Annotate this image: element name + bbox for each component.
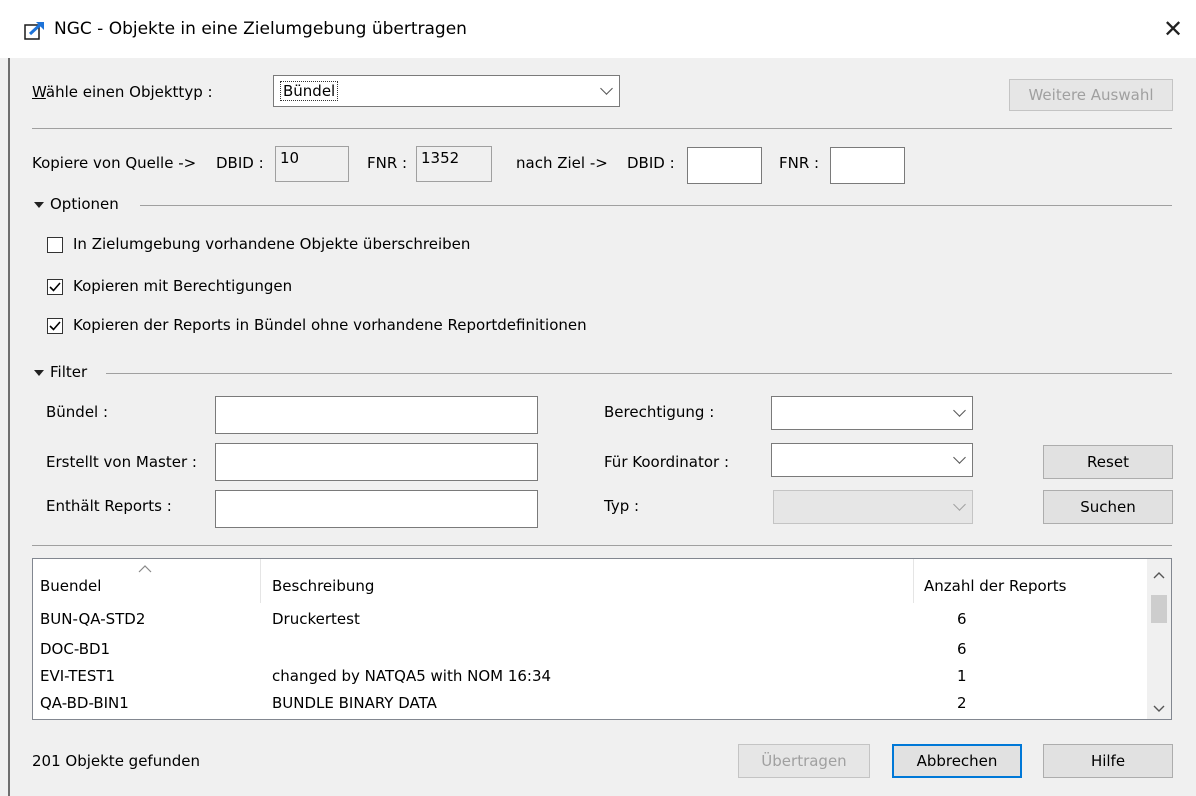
objecttype-label: Wähle einen Objekttyp : — [32, 83, 213, 101]
table-row[interactable]: BUN-QA-STD2 Druckertest 6 — [33, 607, 1145, 631]
checkmark-icon — [49, 282, 61, 292]
chevron-down-icon — [953, 498, 966, 511]
separator — [32, 128, 1172, 129]
target-fnr-input[interactable] — [830, 147, 905, 184]
source-fnr-field: 1352 — [416, 146, 492, 182]
master-filter-input[interactable] — [215, 443, 538, 481]
cell-anzahl: 6 — [957, 610, 967, 628]
column-separator — [260, 559, 261, 603]
koordinator-select[interactable] — [771, 443, 973, 477]
window-border — [8, 58, 10, 796]
options-separator — [140, 205, 1172, 206]
chevron-down-icon — [953, 404, 966, 417]
copy-reports-checkbox[interactable] — [47, 318, 63, 334]
export-arrow-icon — [24, 21, 44, 40]
cell-buendel: QA-BD-BIN1 — [40, 694, 129, 712]
source-label: Kopiere von Quelle -> — [32, 154, 197, 172]
filter-title: Filter — [50, 363, 88, 381]
status-text: 201 Objekte gefunden — [32, 752, 200, 770]
cell-beschreibung: Druckertest — [272, 610, 360, 628]
cell-buendel: EVI-TEST1 — [40, 667, 116, 685]
vertical-scrollbar[interactable] — [1147, 559, 1171, 719]
column-header-anzahl[interactable]: Anzahl der Reports — [924, 577, 1067, 595]
transfer-button[interactable]: Übertragen — [738, 744, 870, 778]
checkmark-icon — [49, 321, 61, 331]
options-title: Optionen — [50, 195, 119, 213]
berechtigung-label: Berechtigung : — [604, 403, 715, 421]
buendel-filter-input[interactable] — [215, 396, 538, 434]
access-key: W — [32, 83, 46, 101]
collapse-triangle-icon[interactable] — [34, 370, 44, 376]
window-title: NGC - Objekte in eine Zielumgebung übert… — [54, 19, 467, 39]
chevron-down-icon — [953, 451, 966, 464]
scroll-down-icon[interactable] — [1153, 705, 1165, 713]
reports-filter-label: Enthält Reports : — [46, 497, 172, 515]
objecttype-value: Bündel — [280, 81, 339, 101]
cell-buendel: DOC-BD1 — [40, 640, 111, 658]
cancel-button[interactable]: Abbrechen — [892, 744, 1022, 778]
master-filter-label: Erstellt von Master : — [46, 453, 197, 471]
column-header-buendel[interactable]: Buendel — [40, 577, 101, 595]
column-separator — [913, 559, 914, 603]
permissions-checkbox[interactable] — [47, 279, 63, 295]
collapse-triangle-icon[interactable] — [34, 202, 44, 208]
results-list[interactable]: Buendel Beschreibung Anzahl der Reports … — [32, 558, 1172, 720]
typ-select[interactable] — [773, 490, 973, 524]
koordinator-label: Für Koordinator : — [604, 453, 730, 471]
objecttype-label-text: ähle einen Objekttyp : — [45, 83, 213, 101]
more-selection-button[interactable]: Weitere Auswahl — [1009, 79, 1173, 111]
reports-filter-input[interactable] — [215, 490, 538, 528]
cell-beschreibung: BUNDLE BINARY DATA — [272, 694, 437, 712]
table-row[interactable]: EVI-TEST1 changed by NATQA5 with NOM 16:… — [33, 664, 1145, 688]
source-dbid-label: DBID : — [216, 154, 264, 172]
objecttype-select[interactable]: Bündel — [273, 75, 620, 107]
sort-ascending-icon — [138, 565, 152, 573]
table-row[interactable]: QA-BD-BIN1 BUNDLE BINARY DATA 2 — [33, 691, 1145, 715]
separator — [32, 545, 1172, 546]
column-header-beschreibung[interactable]: Beschreibung — [272, 577, 374, 595]
target-dbid-input[interactable] — [687, 147, 762, 184]
reset-button[interactable]: Reset — [1043, 445, 1173, 479]
cell-anzahl: 2 — [957, 694, 967, 712]
typ-label: Typ : — [604, 497, 640, 515]
berechtigung-select[interactable] — [771, 396, 973, 430]
source-fnr-label: FNR : — [367, 154, 408, 172]
target-label: nach Ziel -> — [516, 154, 608, 172]
table-row[interactable]: DOC-BD1 6 — [33, 637, 1145, 661]
close-icon[interactable]: ✕ — [1156, 12, 1190, 46]
filter-separator — [106, 373, 1172, 374]
target-fnr-label: FNR : — [779, 154, 820, 172]
cell-anzahl: 1 — [957, 667, 967, 685]
help-button[interactable]: Hilfe — [1043, 744, 1173, 778]
overwrite-label: In Zielumgebung vorhandene Objekte übers… — [73, 235, 471, 253]
overwrite-checkbox[interactable] — [47, 237, 63, 253]
scroll-up-icon[interactable] — [1153, 571, 1165, 579]
cell-anzahl: 6 — [957, 640, 967, 658]
cell-beschreibung: changed by NATQA5 with NOM 16:34 — [272, 667, 552, 685]
target-dbid-label: DBID : — [627, 154, 675, 172]
scrollbar-thumb[interactable] — [1151, 595, 1167, 623]
source-dbid-field: 10 — [275, 146, 349, 182]
search-button[interactable]: Suchen — [1043, 490, 1173, 524]
cell-buendel: BUN-QA-STD2 — [40, 610, 146, 628]
permissions-label: Kopieren mit Berechtigungen — [73, 277, 293, 295]
chevron-down-icon — [600, 82, 613, 95]
copy-reports-label: Kopieren der Reports in Bündel ohne vorh… — [73, 316, 587, 334]
buendel-filter-label: Bündel : — [46, 403, 109, 421]
